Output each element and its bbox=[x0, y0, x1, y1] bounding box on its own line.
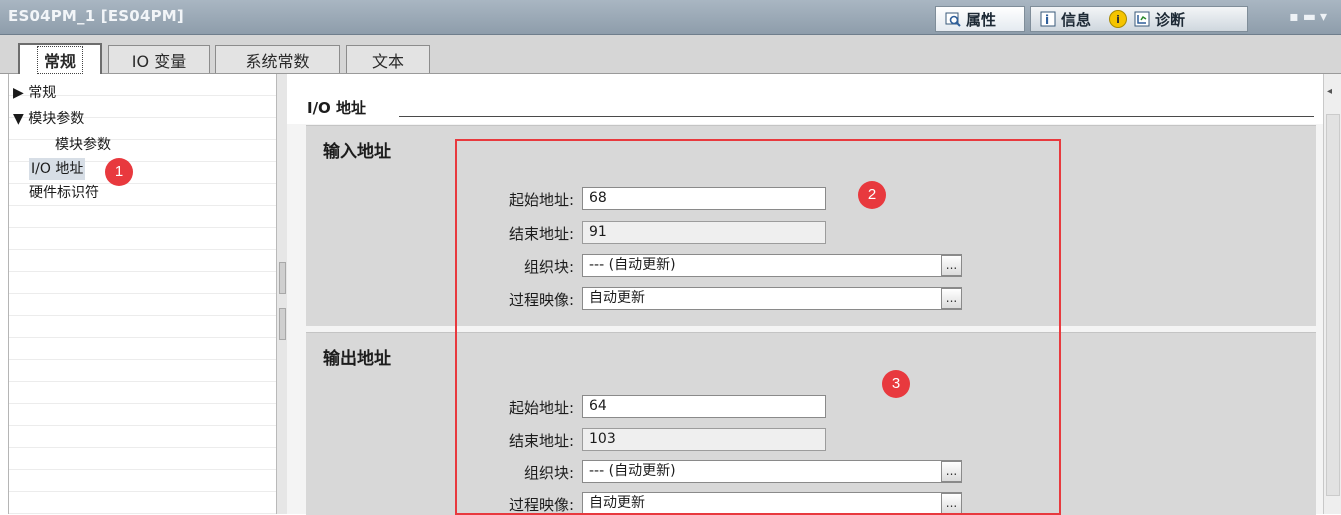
svg-text:i: i bbox=[1045, 13, 1049, 27]
tab-general[interactable]: 常规 bbox=[18, 43, 102, 74]
section-title: I/O 地址 bbox=[307, 99, 367, 117]
input-process-image-browse-button[interactable]: ... bbox=[941, 288, 962, 309]
nav-item-io-address[interactable]: I/O 地址 bbox=[29, 158, 86, 180]
tab-info-label[interactable]: 信息 bbox=[1061, 9, 1091, 30]
annotation-badge-2: 2 bbox=[858, 181, 886, 209]
properties-icon bbox=[944, 10, 962, 28]
tab-info-diagnostics: i 信息 i 诊断 bbox=[1030, 6, 1248, 32]
output-address-panel: 输出地址 起始地址: 64 结束地址: 103 组织块: --- (自动更新) … bbox=[306, 332, 1316, 515]
input-end-address-label: 结束地址: bbox=[508, 225, 574, 243]
tab-system-constants[interactable]: 系统常数 bbox=[215, 45, 340, 73]
minimize-window-icon[interactable]: ▬ bbox=[1303, 9, 1320, 25]
inspector-title-bar: ES04PM_1 [ES04PM] 属性 i 信息 i 诊断 ▪▬▾ bbox=[0, 0, 1341, 35]
window-controls[interactable]: ▪▬▾ bbox=[1289, 9, 1331, 25]
tab-io-variables[interactable]: IO 变量 bbox=[108, 45, 210, 73]
nav-item-general[interactable]: ▶ 常规 bbox=[13, 82, 56, 104]
nav-item-module-parameters-sub[interactable]: 模块参数 bbox=[55, 134, 111, 156]
output-ob-field[interactable]: --- (自动更新) bbox=[582, 460, 962, 483]
tab-properties-label: 属性 bbox=[966, 10, 997, 29]
section-divider bbox=[399, 116, 1314, 117]
input-process-image-label: 过程映像: bbox=[508, 291, 574, 309]
output-address-title: 输出地址 bbox=[323, 349, 391, 369]
nav-item-module-parameters[interactable]: ▼ 模块参数 bbox=[13, 108, 84, 130]
nav-item-hardware-identifier[interactable]: 硬件标识符 bbox=[29, 182, 99, 204]
output-start-address-field[interactable]: 64 bbox=[582, 395, 826, 418]
input-address-title: 输入地址 bbox=[323, 142, 391, 162]
output-process-image-field[interactable]: 自动更新 bbox=[582, 492, 962, 515]
info-icon: i bbox=[1039, 10, 1057, 28]
scrollbar-thumb[interactable] bbox=[1326, 114, 1340, 496]
output-ob-browse-button[interactable]: ... bbox=[941, 461, 962, 482]
scroll-up-icon[interactable]: ◂ bbox=[1327, 86, 1332, 97]
tab-io-variables-label: IO 变量 bbox=[131, 51, 187, 71]
properties-tab-row: 常规 IO 变量 系统常数 文本 bbox=[0, 35, 1341, 74]
window-title: ES04PM_1 [ES04PM] bbox=[8, 7, 184, 25]
tab-texts-label: 文本 bbox=[371, 51, 404, 71]
output-end-address-label: 结束地址: bbox=[508, 432, 574, 450]
annotation-badge-1: 1 bbox=[105, 158, 133, 186]
properties-content: I/O 地址 输入地址 起始地址: 68 结束地址: 91 组织块: --- (… bbox=[287, 74, 1323, 515]
navigation-tree: ▶ 常规 ▼ 模块参数 模块参数 I/O 地址 硬件标识符 1 bbox=[8, 74, 277, 514]
vertical-scrollbar[interactable]: ◂ bbox=[1323, 74, 1341, 514]
collapse-right-handle[interactable] bbox=[279, 308, 286, 340]
tab-properties[interactable]: 属性 bbox=[935, 6, 1025, 32]
collapse-left-handle[interactable] bbox=[279, 262, 286, 294]
window-menu-icon[interactable]: ▾ bbox=[1320, 9, 1331, 25]
diagnostics-icon bbox=[1133, 10, 1151, 28]
output-start-address-label: 起始地址: bbox=[508, 399, 574, 417]
tab-texts[interactable]: 文本 bbox=[346, 45, 430, 73]
info-warning-icon: i bbox=[1109, 10, 1128, 28]
input-ob-label: 组织块: bbox=[523, 258, 574, 276]
input-ob-field[interactable]: --- (自动更新) bbox=[582, 254, 962, 277]
input-address-panel: 输入地址 起始地址: 68 结束地址: 91 组织块: --- (自动更新) .… bbox=[306, 125, 1316, 326]
input-ob-browse-button[interactable]: ... bbox=[941, 255, 962, 276]
float-window-icon[interactable]: ▪ bbox=[1289, 9, 1303, 25]
tab-system-constants-label: 系统常数 bbox=[245, 51, 310, 71]
tab-diagnostics-label[interactable]: 诊断 bbox=[1155, 9, 1185, 30]
input-start-address-field[interactable]: 68 bbox=[582, 187, 826, 210]
tab-general-label: 常规 bbox=[36, 45, 83, 74]
output-process-image-label: 过程映像: bbox=[508, 496, 574, 514]
output-end-address-field: 103 bbox=[582, 428, 826, 451]
annotation-badge-3: 3 bbox=[882, 370, 910, 398]
output-process-image-browse-button[interactable]: ... bbox=[941, 493, 962, 514]
section-header: I/O 地址 bbox=[287, 74, 1323, 124]
output-ob-label: 组织块: bbox=[523, 464, 574, 482]
input-start-address-label: 起始地址: bbox=[508, 191, 574, 209]
input-end-address-field: 91 bbox=[582, 221, 826, 244]
input-process-image-field[interactable]: 自动更新 bbox=[582, 287, 962, 310]
